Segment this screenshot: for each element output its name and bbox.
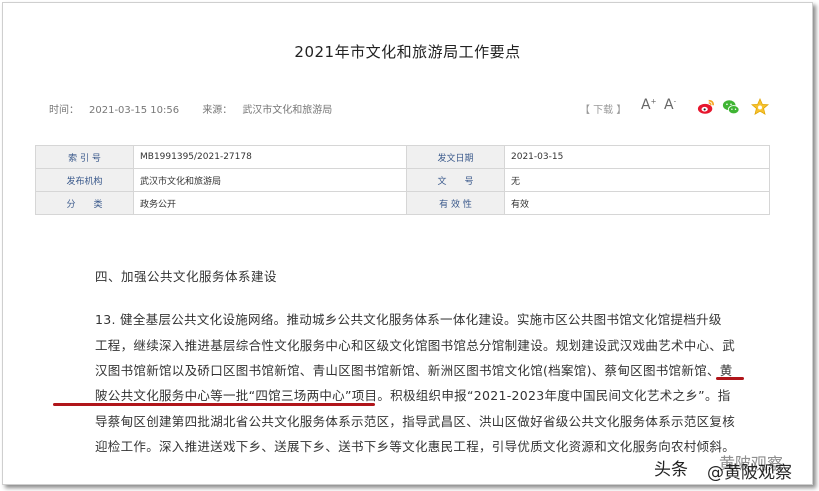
- index-number-value: MB1991395/2021-27178: [133, 145, 407, 169]
- category-label: 分 类: [35, 191, 134, 215]
- paragraph-line: 汉图书馆新馆以及硚口区图书馆新馆、青山区图书馆新馆、新洲区图书馆文化馆(档案馆)…: [95, 363, 733, 378]
- publisher-value: 武汉市文化和旅游局: [133, 168, 407, 192]
- wechat-icon[interactable]: [722, 98, 740, 116]
- screenshot-frame: 2021年市文化和旅游局工作要点 时间： 2021-03-15 10:56 来源：…: [2, 2, 813, 485]
- toutiao-watermark-handle: @黄陂观察: [707, 463, 792, 483]
- table-row: 索 引 号 MB1991395/2021-27178 发文日期 2021-03-…: [35, 145, 770, 169]
- red-underline: [716, 377, 744, 380]
- article-meta: 时间： 2021-03-15 10:56 来源： 武汉市文化和旅游局: [49, 101, 352, 116]
- font-increase-button[interactable]: A+: [641, 97, 656, 113]
- paragraph-line: 迎检工作。深入推进送戏下乡、送展下乡、送书下乡等文化惠民工程，引导优质文化资源和…: [95, 439, 736, 454]
- toutiao-watermark-prefix: 头条: [654, 460, 688, 480]
- category-value: 政务公开: [133, 191, 407, 215]
- document-number-value: 无: [504, 168, 770, 192]
- source-label: 来源：: [202, 105, 233, 116]
- validity-label: 有 效 性: [406, 191, 505, 215]
- paragraph-line: 陂公共文化服务中心等一批“四馆三场两中心”项目。积极组织申报“2021-2023…: [95, 388, 731, 403]
- document-number-label: 文 号: [406, 168, 505, 192]
- paragraph-line: 13. 健全基层公共文化设施网络。推动城乡公共文化服务体系一体化建设。实施市区公…: [95, 312, 722, 327]
- weibo-icon[interactable]: [697, 98, 715, 116]
- document-info-table: 索 引 号 MB1991395/2021-27178 发文日期 2021-03-…: [35, 145, 770, 215]
- paragraph-line: 工程，继续深入推进基层综合性文化服务中心和区级文化馆图书馆总分馆制建设。规划建设…: [95, 338, 736, 353]
- download-link[interactable]: 【 下载 】: [580, 101, 626, 116]
- publisher-label: 发布机构: [35, 168, 134, 192]
- paragraph-line: 导蔡甸区创建第四批湖北省公共文化服务体系示范区，指导武昌区、洪山区做好省级公共文…: [95, 414, 736, 429]
- time-label: 时间：: [49, 105, 79, 116]
- page-title: 2021年市文化和旅游局工作要点: [294, 43, 521, 61]
- favorite-star-icon[interactable]: [751, 98, 769, 116]
- issue-date-label: 发文日期: [406, 145, 505, 169]
- red-underline: [53, 403, 375, 406]
- time-value: 2021-03-15 10:56: [89, 105, 180, 116]
- validity-value: 有效: [504, 191, 770, 215]
- source-value: 武汉市文化和旅游局: [242, 105, 333, 116]
- section-heading: 四、加强公共文化服务体系建设: [95, 269, 278, 284]
- table-row: 分 类 政务公开 有 效 性 有效: [35, 191, 770, 215]
- font-decrease-button[interactable]: A-: [664, 97, 676, 113]
- table-row: 发布机构 武汉市文化和旅游局 文 号 无: [35, 168, 770, 192]
- issue-date-value: 2021-03-15: [504, 145, 770, 169]
- index-number-label: 索 引 号: [35, 145, 134, 169]
